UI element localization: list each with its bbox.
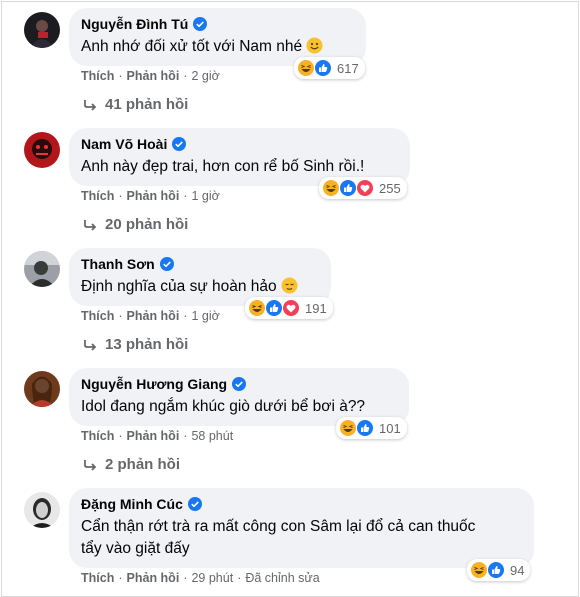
view-replies-link[interactable]: 20 phản hồi (83, 216, 188, 233)
reaction-count: 617 (337, 60, 359, 76)
comment-actions: Thích · Phản hồi · 29 phút · Đã chỉnh sửa (81, 571, 320, 585)
verified-badge-icon (193, 17, 208, 31)
like-reaction-icon (339, 179, 357, 197)
love-reaction-icon (282, 299, 300, 317)
avatar[interactable] (24, 251, 60, 287)
reply-link[interactable]: Phản hồi (127, 69, 180, 83)
haha-reaction-icon (248, 299, 266, 317)
avatar[interactable] (24, 12, 60, 48)
like-reaction-icon (356, 419, 374, 437)
haha-reaction-icon (322, 179, 340, 197)
commenter-name[interactable]: Nguyễn Đình Tú (81, 16, 188, 32)
reaction-count: 94 (510, 562, 525, 578)
reaction-count: 255 (379, 180, 401, 196)
separator: · (237, 571, 242, 585)
reply-link[interactable]: Phản hồi (127, 571, 180, 585)
like-reaction-icon (265, 299, 283, 317)
separator: · (118, 571, 123, 585)
avatar[interactable] (24, 492, 60, 528)
haha-reaction-icon (297, 59, 315, 77)
separator: · (118, 189, 123, 203)
reply-count[interactable]: 41 phản hồi (105, 96, 188, 113)
avatar[interactable] (24, 371, 60, 407)
smile-emoji-icon (306, 37, 323, 54)
reply-count[interactable]: 2 phản hồi (105, 456, 180, 473)
view-replies-link[interactable]: 41 phản hồi (83, 96, 188, 113)
like-link[interactable]: Thích (81, 571, 114, 585)
commenter-name[interactable]: Thanh Sơn (81, 256, 155, 272)
verified-badge-icon (172, 137, 187, 151)
separator: · (183, 309, 188, 323)
comment-time[interactable]: 1 giờ (191, 309, 219, 323)
comment-time[interactable]: 2 giờ (191, 69, 219, 83)
comment-time[interactable]: 1 giờ (191, 189, 219, 203)
reaction-summary[interactable]: 191 (245, 297, 333, 319)
reply-link[interactable]: Phản hồi (127, 429, 180, 443)
verified-badge-icon (187, 497, 202, 511)
reply-count[interactable]: 13 phản hồi (105, 336, 188, 353)
separator: · (118, 69, 123, 83)
reaction-summary[interactable]: 255 (319, 177, 407, 199)
commenter-name[interactable]: Nguyễn Hương Giang (81, 376, 227, 392)
separator: · (183, 189, 188, 203)
avatar[interactable] (24, 132, 60, 168)
edited-label: Đã chỉnh sửa (245, 571, 320, 585)
comment-actions: Thích · Phản hồi · 1 giờ (81, 309, 220, 323)
commenter-name[interactable]: Nam Võ Hoài (81, 136, 167, 152)
separator: · (118, 429, 123, 443)
like-reaction-icon (487, 561, 505, 579)
reply-arrow-icon (84, 99, 97, 111)
comment-text: Anh này đẹp trai, hơn con rể bố Sinh rồi… (81, 158, 365, 175)
like-link[interactable]: Thích (81, 69, 114, 83)
view-replies-link[interactable]: 13 phản hồi (83, 336, 188, 353)
love-reaction-icon (356, 179, 374, 197)
verified-badge-icon (232, 377, 247, 391)
verified-badge-icon (159, 257, 174, 271)
reaction-count: 101 (379, 420, 401, 436)
like-link[interactable]: Thích (81, 309, 114, 323)
comment-actions: Thích · Phản hồi · 2 giờ (81, 69, 220, 83)
separator: · (183, 69, 188, 83)
haha-reaction-icon (339, 419, 357, 437)
reply-link[interactable]: Phản hồi (127, 189, 180, 203)
comment-text-line: tẩy vào giặt đấy (81, 540, 190, 557)
reply-arrow-icon (84, 339, 97, 351)
comment-text: Anh nhớ đối xử tốt với Nam nhé (81, 36, 352, 58)
separator: · (118, 309, 123, 323)
relieved-emoji-icon (281, 277, 298, 294)
comment-time[interactable]: 58 phút (191, 429, 233, 443)
reply-arrow-icon (84, 459, 97, 471)
separator: · (183, 571, 188, 585)
like-link[interactable]: Thích (81, 189, 114, 203)
reply-count[interactable]: 20 phản hồi (105, 216, 188, 233)
comment-actions: Thích · Phản hồi · 58 phút (81, 429, 233, 443)
comment-bubble: Đặng Minh Cúc Cẩn thận rớt trà ra mất cô… (69, 488, 534, 568)
separator: · (183, 429, 188, 443)
reply-link[interactable]: Phản hồi (127, 309, 180, 323)
comment-text: Idol đang ngắm khúc giò dưới bể bơi à?? (81, 398, 366, 415)
comment-text: Cẩn thận rớt trà ra mất công con Sâm lại… (81, 516, 520, 560)
reaction-count: 191 (305, 300, 327, 316)
reaction-summary[interactable]: 101 (336, 417, 407, 439)
view-replies-link[interactable]: 2 phản hồi (83, 456, 180, 473)
comment-actions: Thích · Phản hồi · 1 giờ (81, 189, 220, 203)
like-reaction-icon (314, 59, 332, 77)
comment-text-line: Cẩn thận rớt trà ra mất công con Sâm lại… (81, 518, 476, 535)
reaction-summary[interactable]: 617 (294, 57, 365, 79)
comment-text: Định nghĩa của sự hoàn hảo (81, 276, 317, 298)
commenter-name[interactable]: Đặng Minh Cúc (81, 496, 183, 512)
comment-time[interactable]: 29 phút (191, 571, 233, 585)
like-link[interactable]: Thích (81, 429, 114, 443)
reaction-summary[interactable]: 94 (467, 559, 531, 581)
haha-reaction-icon (470, 561, 488, 579)
reply-arrow-icon (84, 219, 97, 231)
